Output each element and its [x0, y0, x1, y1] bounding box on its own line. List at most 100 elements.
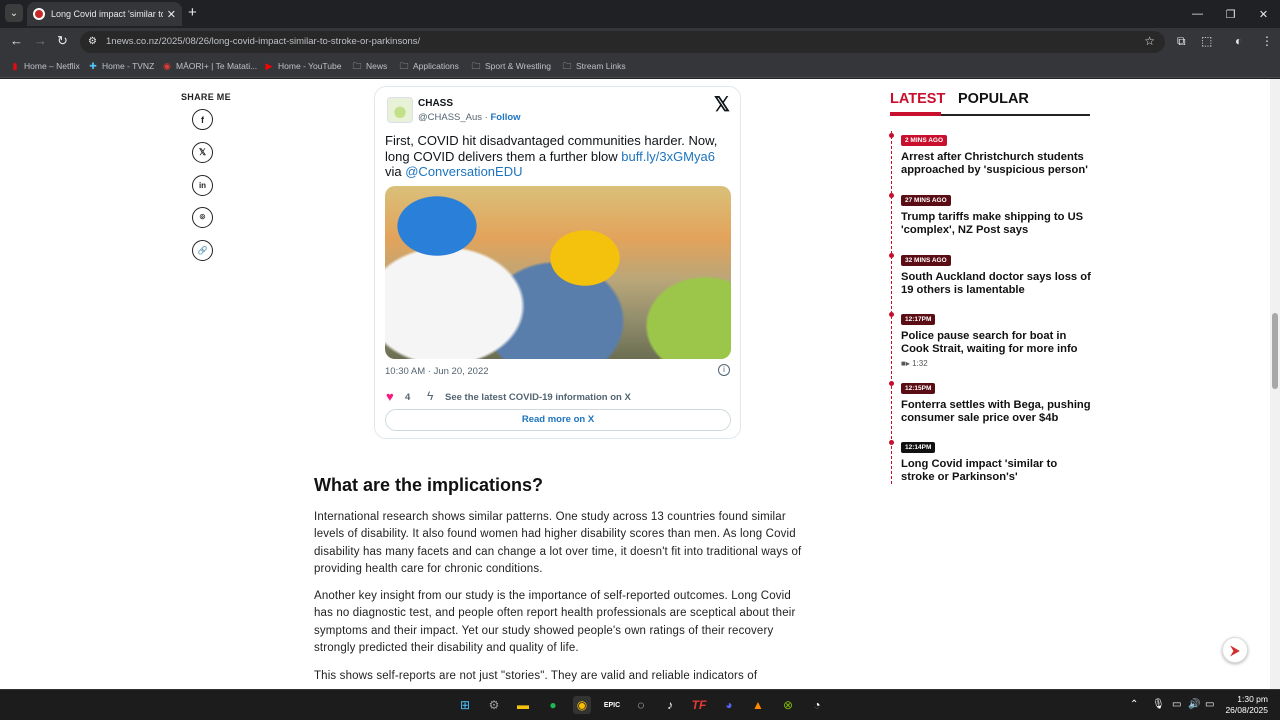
active-tab[interactable]: Long Covid impact 'similar to stroke or … — [27, 2, 182, 26]
time-badge: 12:15PM — [901, 383, 936, 394]
tweet-handle-text[interactable]: @CHASS_Aus — [418, 112, 482, 123]
xbox-icon[interactable]: ⊗ — [779, 696, 797, 714]
restore-button[interactable]: ❐ — [1214, 0, 1247, 28]
reddit-share-icon[interactable]: ⌾ — [192, 207, 213, 228]
embedded-tweet: CHASS @CHASS_Aus · Follow 𝕏 First, COVID… — [374, 86, 741, 439]
tray-chevron-icon[interactable]: ⌃ — [1130, 699, 1138, 710]
profile-icon[interactable]: ◐ — [1235, 34, 1242, 48]
facebook-share-icon[interactable]: f — [192, 109, 213, 130]
close-window-button[interactable]: ✕ — [1247, 0, 1280, 28]
time-badge: 2 MINS AGO — [901, 135, 948, 146]
spotify-icon[interactable]: ● — [544, 696, 562, 714]
forward-button[interactable]: → — [34, 33, 47, 48]
pdf-icon[interactable]: ⮞ — [1222, 637, 1248, 663]
tweet-mention-link[interactable]: @ConversationEDU — [405, 164, 522, 179]
timeline-line — [891, 131, 892, 484]
tab-search-button[interactable]: ⌄ — [5, 4, 23, 22]
tweet-photo[interactable] — [385, 186, 731, 359]
scrollbar-thumb[interactable] — [1272, 313, 1278, 389]
bookmark-news-folder[interactable]: 🗀 News — [352, 61, 387, 71]
news-headline[interactable]: Fonterra settles with Bega, pushing cons… — [901, 399, 1091, 425]
article-paragraph: International research shows similar pat… — [314, 511, 802, 575]
x-logo-icon[interactable]: 𝕏 — [714, 92, 730, 117]
taskbar: ⊞ ⚙ ▬ ● ◉ EPIC ◌ ♪ TF ◕ ▲ ⊗ ◔ ⌃ 🎙 ▭ 🔊 ▭ … — [0, 689, 1280, 720]
news-item[interactable]: 32 MINS AGO South Auckland doctor says l… — [889, 249, 1091, 297]
tab-popular[interactable]: POPULAR — [958, 91, 1029, 107]
settings-gear-icon[interactable]: ⚙ — [485, 696, 503, 714]
linkedin-share-icon[interactable]: in — [192, 175, 213, 196]
clock-time: 1:30 pm — [1237, 694, 1268, 704]
news-headline[interactable]: Long Covid impact 'similar to stroke or … — [901, 458, 1091, 484]
microphone-icon[interactable]: 🎙 — [1152, 699, 1165, 710]
tweet-timestamp[interactable]: 10:30 AM · Jun 20, 2022 — [385, 366, 489, 377]
tab-title: Long Covid impact 'similar to stroke or … — [51, 9, 163, 19]
extensions-puzzle-icon[interactable]: ⬚ — [1201, 34, 1212, 48]
tab-latest[interactable]: LATEST — [890, 91, 945, 107]
tiktok-icon[interactable]: ♪ — [661, 696, 679, 714]
news-item[interactable]: 12:17PM Police pause search for boat in … — [889, 308, 1091, 368]
active-tab-indicator — [890, 112, 941, 116]
share-title: SHARE ME — [181, 92, 231, 102]
new-tab-button[interactable]: + — [188, 4, 197, 21]
bookmark-maori-plus[interactable]: ◉ MĀORI+ | Te Matati... — [162, 61, 257, 71]
url-text[interactable]: 1news.co.nz/2025/08/26/long-covid-impact… — [106, 36, 420, 47]
news-headline[interactable]: Trump tariffs make shipping to US 'compl… — [901, 211, 1091, 237]
browser-menu-icon[interactable]: ⋮ — [1261, 34, 1273, 48]
like-heart-icon[interactable]: ♥ — [386, 389, 394, 404]
reload-button[interactable]: ↻ — [57, 33, 68, 49]
back-button[interactable]: ← — [10, 33, 23, 48]
chrome-icon[interactable]: ◉ — [573, 696, 591, 714]
discord-icon[interactable]: ◕ — [720, 696, 738, 714]
bookmark-youtube[interactable]: ▶ Home - YouTube — [264, 61, 342, 71]
vlc-icon[interactable]: ▲ — [749, 696, 767, 714]
speedometer-app-icon[interactable]: ◔ — [808, 696, 826, 714]
bookmark-tvnz[interactable]: ✚ Home - TVNZ — [88, 61, 154, 71]
web-page: SHARE ME f 𝕏 in ⌾ 🔗 CHASS @CHASS_Aus · F… — [0, 79, 1280, 689]
site-info-icon[interactable]: ⚙ — [88, 36, 97, 47]
bookmark-applications-folder[interactable]: 🗀 Applications — [399, 61, 458, 71]
volume-icon[interactable]: 🔊 — [1188, 699, 1200, 710]
battery-icon[interactable]: ▭ — [1205, 699, 1214, 710]
extension-icon[interactable]: ⧉ — [1177, 34, 1186, 49]
tweet-follow-link[interactable]: Follow — [490, 112, 520, 123]
bookmark-stream-folder[interactable]: 🗀 Stream Links — [562, 61, 625, 71]
tweet-avatar[interactable] — [387, 97, 413, 123]
file-explorer-icon[interactable]: ▬ — [514, 696, 532, 714]
site-favicon-icon — [33, 8, 45, 20]
timeline-dot — [889, 381, 894, 386]
tweet-link[interactable]: buff.ly/3xGMya6 — [621, 149, 715, 164]
timeline-dot — [889, 253, 894, 258]
news-item[interactable]: 12:14PM Long Covid impact 'similar to st… — [889, 436, 1091, 484]
minimize-button[interactable]: — — [1181, 0, 1214, 28]
time-badge: 32 MINS AGO — [901, 255, 951, 266]
clock-date: 26/08/2025 — [1225, 705, 1268, 715]
x-share-icon[interactable]: 𝕏 — [192, 142, 213, 163]
system-clock[interactable]: 1:30 pm 26/08/2025 — [1225, 694, 1268, 716]
tf-app-icon[interactable]: TF — [690, 696, 708, 714]
article-paragraph: Another key insight from our study is th… — [314, 590, 796, 654]
news-headline[interactable]: Arrest after Christchurch students appro… — [901, 151, 1091, 177]
news-item[interactable]: 12:15PM Fonterra settles with Bega, push… — [889, 377, 1091, 425]
news-headline[interactable]: South Auckland doctor says loss of 19 ot… — [901, 271, 1091, 297]
section-heading: What are the implications? — [314, 475, 544, 495]
sync-app-icon[interactable]: ◌ — [632, 696, 650, 714]
network-icon[interactable]: ▭ — [1172, 699, 1181, 710]
info-icon[interactable]: i — [718, 364, 730, 376]
news-item[interactable]: 27 MINS AGO Trump tariffs make shipping … — [889, 189, 1091, 237]
covid-info-link[interactable]: See the latest COVID-19 information on X — [445, 392, 631, 403]
time-badge: 12:17PM — [901, 314, 936, 325]
news-item[interactable]: 2 MINS AGO Arrest after Christchurch stu… — [889, 129, 1091, 177]
timeline-dot — [889, 193, 894, 198]
read-more-on-x-button[interactable]: Read more on X — [385, 409, 731, 431]
copy-link-icon[interactable]: 🔗 — [192, 240, 213, 261]
close-tab-icon[interactable]: ✕ — [167, 8, 176, 21]
news-headline[interactable]: Police pause search for boat in Cook Str… — [901, 330, 1091, 356]
bookmark-netflix[interactable]: ▮ Home – Netflix — [10, 61, 80, 71]
windows-start-icon[interactable]: ⊞ — [456, 696, 474, 714]
bookmark-sport-folder[interactable]: 🗀 Sport & Wrestling — [471, 61, 551, 71]
address-bar[interactable]: ⚙ 1news.co.nz/2025/08/26/long-covid-impa… — [80, 31, 1165, 53]
bookmarks-bar: ▮ Home – Netflix ✚ Home - TVNZ ◉ MĀORI+ | T… — [0, 56, 1280, 78]
bookmark-star-icon[interactable]: ☆ — [1144, 34, 1155, 48]
tweet-author-name[interactable]: CHASS — [418, 98, 453, 109]
epic-games-icon[interactable]: EPIC — [603, 696, 621, 714]
